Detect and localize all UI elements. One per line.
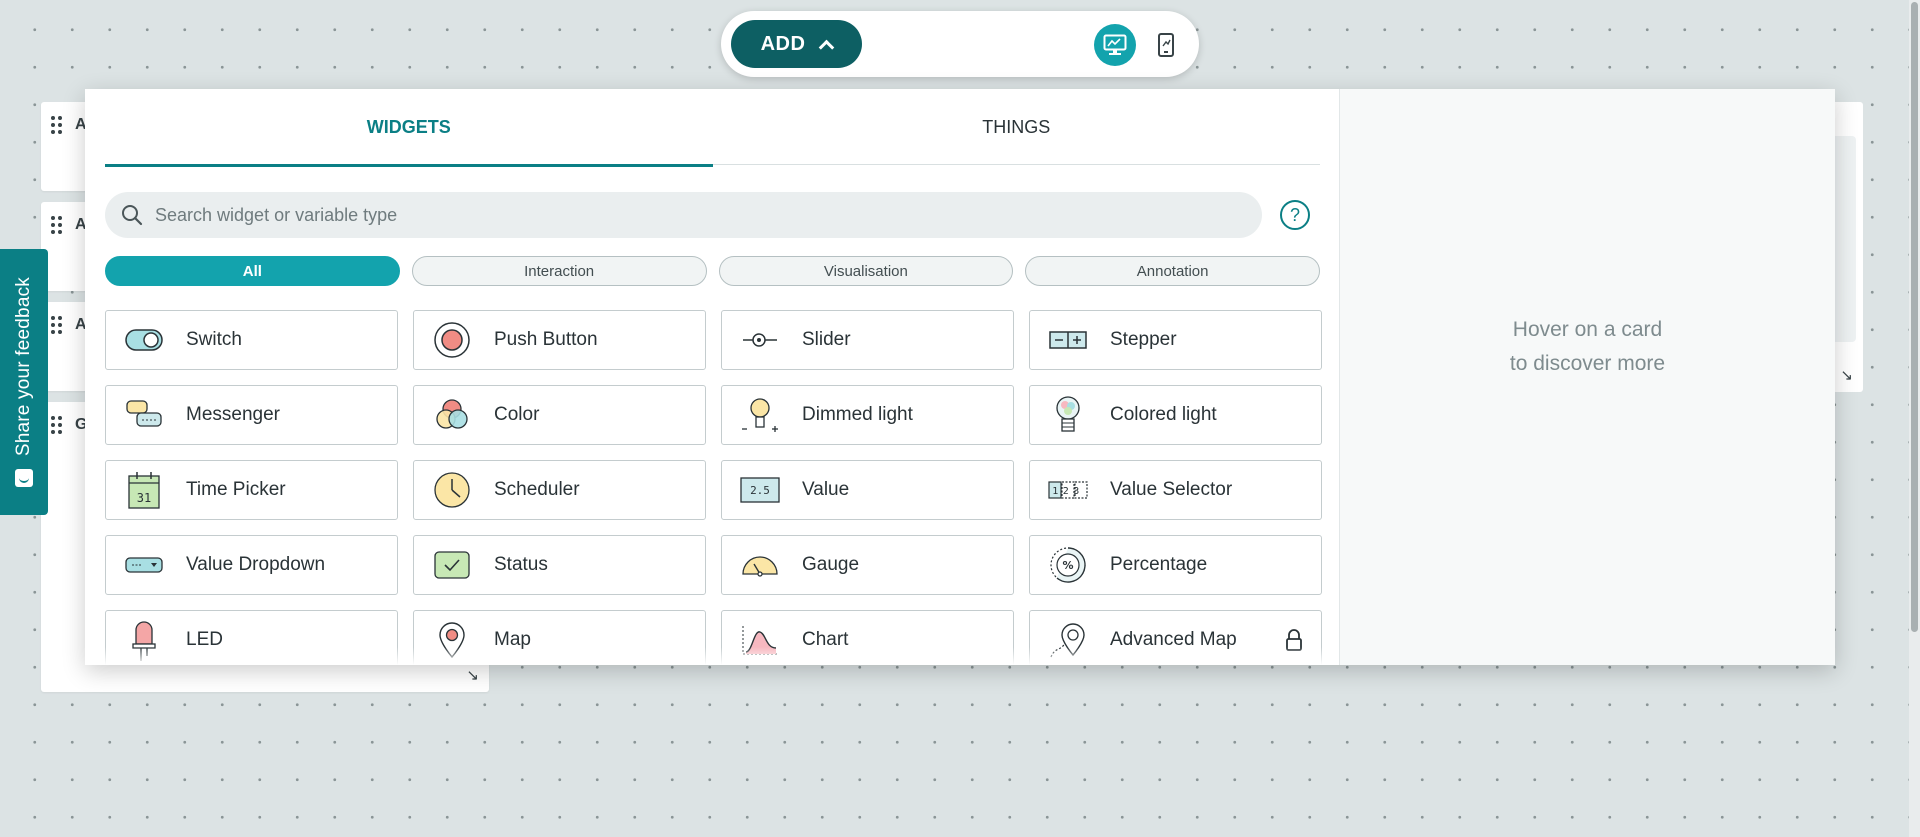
desktop-icon (1103, 34, 1127, 55)
widget-card-label: Value Selector (1110, 479, 1233, 500)
desktop-view-button[interactable] (1094, 24, 1136, 66)
top-toolbar: ADD (721, 11, 1199, 77)
scheduler-icon (430, 468, 474, 512)
filter-interaction[interactable]: Interaction (411, 256, 707, 286)
widget-card-push-button[interactable]: Push Button (413, 310, 706, 370)
time-picker-icon-text: 31 (137, 491, 151, 505)
widget-card-colored-light[interactable]: Colored light (1029, 385, 1322, 445)
widget-grid: Switch Push Button Slider Stepper Messen… (105, 310, 1322, 665)
drag-handle-icon[interactable] (51, 316, 65, 336)
search-icon (109, 192, 155, 238)
widget-card-label: Dimmed light (802, 404, 913, 425)
hover-hint: Hover on a card to discover more (1509, 318, 1666, 375)
colored-light-icon (1046, 393, 1090, 437)
filter-visualisation[interactable]: Visualisation (718, 256, 1014, 286)
percentage-icon-text: % (1062, 559, 1073, 572)
widget-card-slider[interactable]: Slider (721, 310, 1014, 370)
time-picker-icon: 31 (122, 468, 166, 512)
widget-card-value[interactable]: 2.5 Value (721, 460, 1014, 520)
switch-icon (122, 318, 166, 362)
add-widget-popup: WIDGETS THINGS ? All Interaction Visuali… (85, 89, 1835, 665)
help-icon[interactable]: ? (1280, 200, 1310, 230)
status-icon (430, 543, 474, 587)
tab-things[interactable]: THINGS (713, 89, 1321, 165)
widget-card-value-selector[interactable]: 123 Value Selector (1029, 460, 1322, 520)
dimmed-light-icon (738, 393, 782, 437)
widget-card-label: Percentage (1110, 554, 1208, 575)
add-button-label: ADD (760, 32, 806, 55)
drag-handle-icon[interactable] (51, 416, 65, 436)
add-button[interactable]: ADD (731, 20, 862, 68)
filter-annotation[interactable]: Annotation (1025, 256, 1320, 286)
widget-card-label: Value Dropdown (186, 554, 326, 575)
widget-card-scheduler[interactable]: Scheduler (413, 460, 706, 520)
widget-card-label: Messenger (186, 404, 280, 425)
page-scrollbar[interactable] (1909, 0, 1920, 837)
widget-card-value-dropdown[interactable]: Value Dropdown (105, 535, 398, 595)
value-icon-text: 2.5 (750, 484, 770, 497)
value-selector-icon: 123 (1046, 468, 1090, 512)
drag-handle-icon[interactable] (51, 216, 65, 236)
widget-card-switch[interactable]: Switch (105, 310, 398, 370)
widget-card-gauge[interactable]: Gauge (721, 535, 1014, 595)
widget-card-label: Gauge (802, 554, 860, 575)
widget-card-label: Time Picker (186, 479, 286, 500)
value-selector-icon-text: 123 (1052, 486, 1084, 497)
resize-handle-icon[interactable]: ↘ (1840, 366, 1853, 384)
feedback-icon (15, 468, 33, 487)
mobile-view-button[interactable] (1145, 24, 1187, 66)
feedback-tab[interactable]: Share your feedback (0, 249, 48, 515)
widget-card-time-picker[interactable]: 31 Time Picker (105, 460, 398, 520)
mobile-icon (1158, 33, 1174, 57)
widget-card-dimmed-light[interactable]: Dimmed light (721, 385, 1014, 445)
widget-card-label: Scheduler (494, 479, 580, 500)
widget-card-label: Value (802, 479, 850, 500)
push-button-icon (430, 318, 474, 362)
drag-handle-icon[interactable] (51, 116, 65, 136)
widget-card-label: Stepper (1110, 329, 1177, 350)
widget-card-color[interactable]: Color (413, 385, 706, 445)
scroll-fade (85, 647, 1339, 665)
resize-handle-icon[interactable]: ↘ (466, 666, 479, 684)
messenger-icon (122, 393, 166, 437)
widget-card-label: Status (494, 554, 548, 575)
widget-card-stepper[interactable]: Stepper (1029, 310, 1322, 370)
widget-card-label: Push Button (494, 329, 598, 350)
tab-widgets[interactable]: WIDGETS (105, 89, 713, 167)
widget-card-label: Color (494, 404, 540, 425)
widget-card-label: Slider (802, 329, 851, 350)
popup-tabs: WIDGETS THINGS (105, 89, 1321, 167)
widget-card-percentage[interactable]: % Percentage (1029, 535, 1322, 595)
search-input[interactable] (155, 195, 1262, 235)
widget-card-label: Switch (186, 329, 242, 350)
widget-preview-pane: Hover on a card to discover more (1339, 89, 1835, 665)
gauge-icon (738, 543, 782, 587)
widget-picker: WIDGETS THINGS ? All Interaction Visuali… (85, 89, 1339, 665)
search-bar (105, 192, 1262, 238)
value-icon: 2.5 (738, 468, 782, 512)
feedback-label: Share your feedback (13, 277, 34, 457)
widget-card-messenger[interactable]: Messenger (105, 385, 398, 445)
widget-card-label: Colored light (1110, 404, 1217, 425)
slider-icon (738, 318, 782, 362)
filter-chips: All Interaction Visualisation Annotation (105, 256, 1320, 286)
stepper-icon (1046, 318, 1090, 362)
color-icon (430, 393, 474, 437)
widget-card-status[interactable]: Status (413, 535, 706, 595)
chevron-up-icon (819, 39, 835, 55)
value-dropdown-icon (122, 543, 166, 587)
scrollbar-thumb[interactable] (1911, 2, 1918, 632)
percentage-icon: % (1046, 543, 1090, 587)
filter-all[interactable]: All (105, 256, 400, 286)
